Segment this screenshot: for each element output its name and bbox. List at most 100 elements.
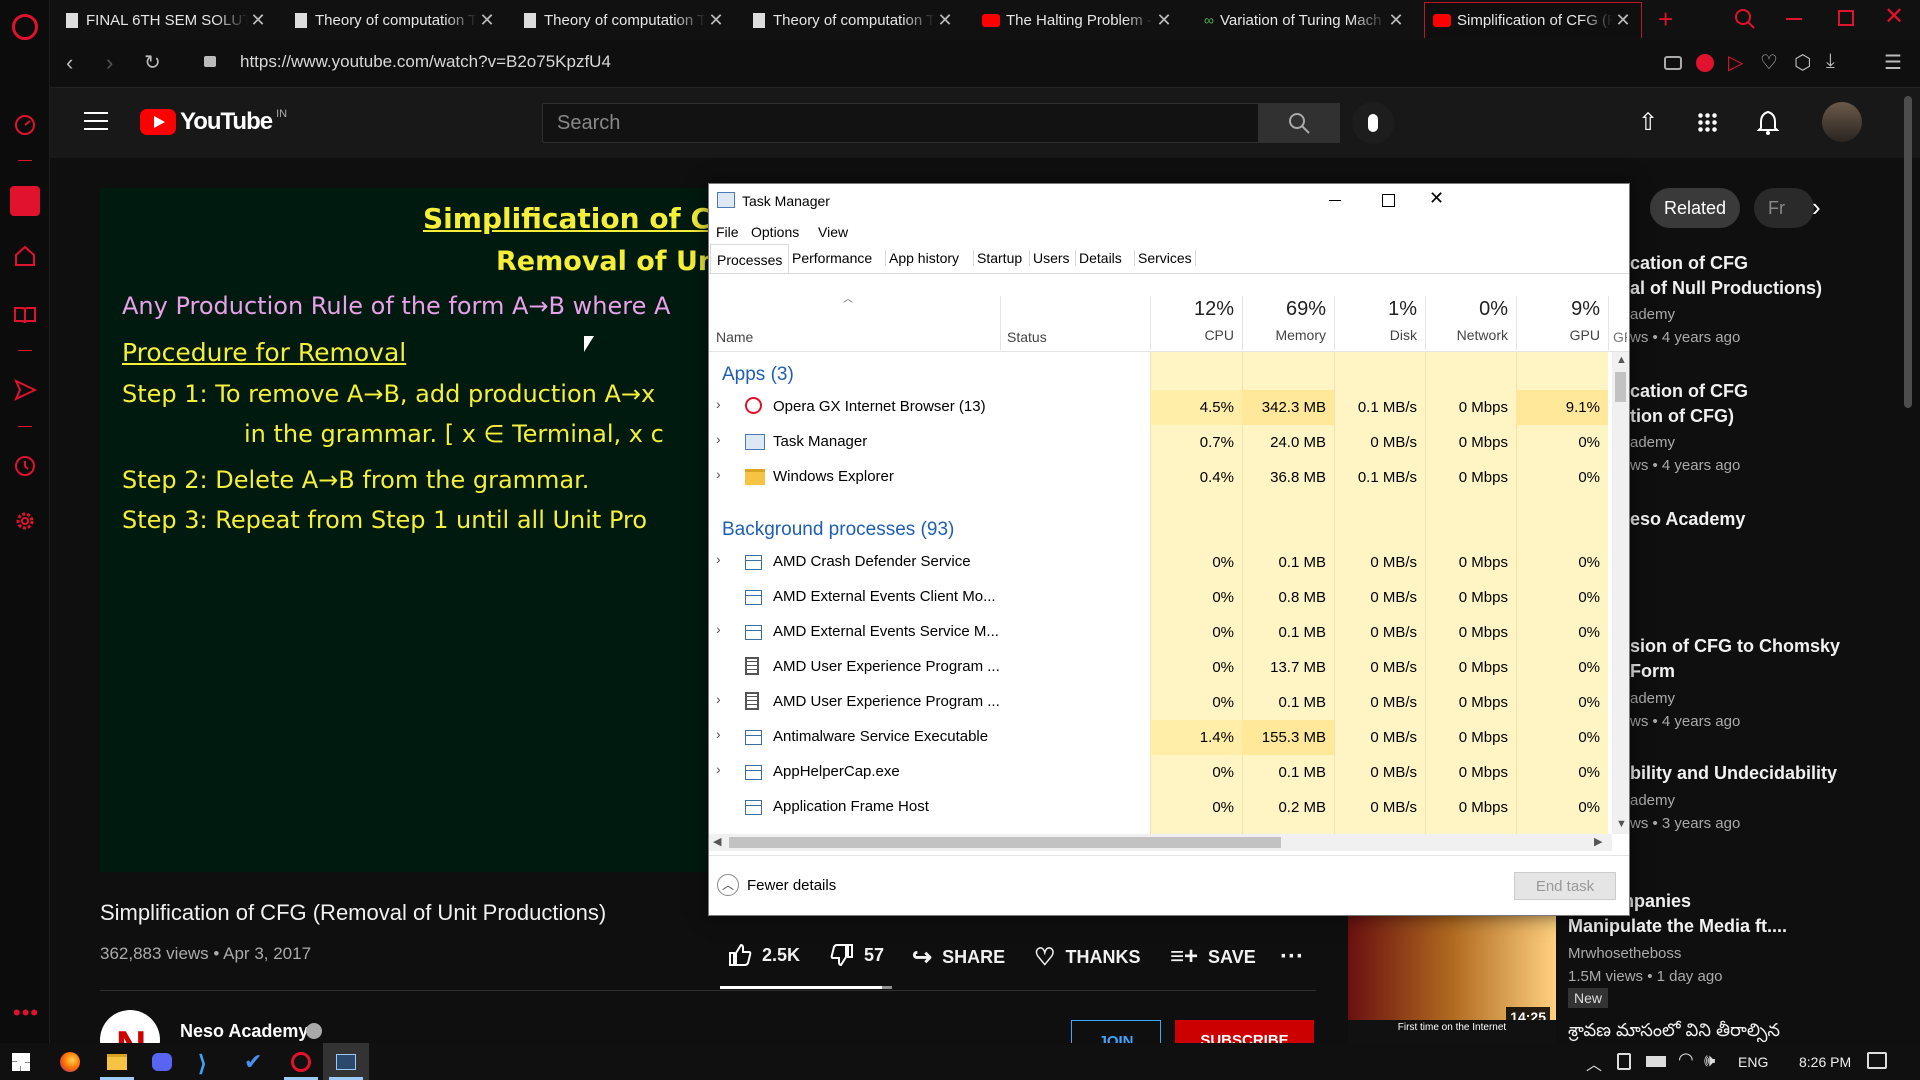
- close-tab-icon[interactable]: ✕: [1386, 10, 1406, 31]
- close-tab-icon[interactable]: ✕: [248, 10, 268, 31]
- notifications-icon[interactable]: [1867, 1052, 1887, 1069]
- related-title[interactable]: bility and Undecidability: [1630, 761, 1890, 786]
- todo-icon[interactable]: ✔: [244, 1049, 262, 1075]
- column-cpu[interactable]: 12% CPU: [1150, 298, 1242, 343]
- speed-dial-icon[interactable]: [13, 113, 37, 137]
- clock[interactable]: 8:26 PM: [1799, 1054, 1851, 1070]
- expand-chevron-icon[interactable]: ›: [716, 466, 721, 482]
- download-icon[interactable]: ⤓: [1826, 50, 1835, 73]
- related-title[interactable]: sion of CFG to Chomsky: [1630, 634, 1890, 659]
- tab-app-history[interactable]: App history: [885, 250, 959, 266]
- group-header-background[interactable]: Background processes (93): [722, 519, 954, 541]
- more-icon[interactable]: •••: [13, 1000, 39, 1026]
- apps-grid-icon[interactable]: [1697, 112, 1717, 132]
- menu-options[interactable]: Options: [751, 224, 799, 240]
- scroll-thumb[interactable]: [1615, 372, 1626, 402]
- search-input[interactable]: Search: [542, 103, 1260, 143]
- tab-services[interactable]: Services: [1134, 250, 1196, 266]
- browser-tab[interactable]: The Halting Problem - Yo ✕: [974, 2, 1182, 38]
- discord-icon[interactable]: [152, 1053, 172, 1071]
- tab-performance[interactable]: Performance: [788, 250, 872, 266]
- process-row[interactable]: › AppHelperCap.exe 0% 0.1 MB 0 MB/s 0 Mbps 0%: [709, 755, 1614, 790]
- share-button[interactable]: ↪ SHARE: [912, 943, 1005, 972]
- tab-details[interactable]: Details: [1075, 250, 1122, 266]
- process-row[interactable]: Application Frame Host 0% 0.2 MB 0 MB/s 0 Mb…: [709, 790, 1614, 825]
- expand-chevron-icon[interactable]: ›: [716, 431, 721, 447]
- minimize-icon[interactable]: [1329, 200, 1341, 201]
- process-row[interactable]: › Windows Explorer 0.4% 36.8 MB 0.1 MB/s 0 Mb…: [709, 460, 1614, 495]
- search-tabs-icon[interactable]: [1734, 8, 1756, 30]
- page-scrollbar[interactable]: [1904, 96, 1912, 408]
- cube-icon[interactable]: ⬡: [1794, 50, 1811, 75]
- browser-tab[interactable]: FINAL 6TH SEM SOLUTIO ✕: [58, 2, 276, 38]
- related-title[interactable]: శ్రావణ మాసంలో విని తీరాల్సిన: [1568, 1018, 1868, 1043]
- column-memory[interactable]: 69% Memory: [1242, 298, 1334, 343]
- related-title[interactable]: al of Null Productions): [1630, 276, 1890, 301]
- related-title[interactable]: Manipulate the Media ft....: [1568, 914, 1828, 939]
- history-icon[interactable]: [13, 454, 37, 478]
- tab-users[interactable]: Users: [1029, 250, 1070, 266]
- close-tab-icon[interactable]: ✕: [1154, 10, 1174, 31]
- flow-icon[interactable]: ▷: [1728, 50, 1743, 75]
- scroll-up-icon[interactable]: ▲: [1616, 354, 1627, 366]
- expand-chevron-icon[interactable]: ›: [716, 691, 721, 707]
- send-icon[interactable]: [13, 378, 37, 402]
- process-row[interactable]: AMD External Events Client Mo... 0% 0.8 MB…: [709, 580, 1614, 615]
- gx-corner-icon[interactable]: [10, 186, 40, 216]
- column-network[interactable]: 0% Network: [1425, 298, 1516, 343]
- settings-icon[interactable]: [13, 509, 37, 533]
- chip-partial[interactable]: Fr: [1754, 188, 1814, 228]
- vscode-icon[interactable]: ⟩: [198, 1051, 207, 1077]
- related-title[interactable]: tion of CFG): [1630, 404, 1890, 429]
- home-icon[interactable]: [13, 244, 37, 268]
- group-header-apps[interactable]: Apps (3): [722, 364, 798, 386]
- column-status[interactable]: Status: [1007, 329, 1047, 345]
- channel-name[interactable]: Neso Academy: [180, 1021, 308, 1042]
- process-row[interactable]: › Antimalware Service Executable 1.4% 155.3…: [709, 720, 1614, 755]
- scroll-hthumb[interactable]: [729, 837, 1281, 848]
- chevron-right-icon[interactable]: ›: [1812, 192, 1821, 223]
- chip-related[interactable]: Related: [1650, 188, 1740, 228]
- more-actions-icon[interactable]: ···: [1280, 943, 1304, 971]
- related-title[interactable]: cation of CFG: [1630, 379, 1890, 404]
- opera-gx-icon[interactable]: [291, 1052, 311, 1072]
- related-title[interactable]: Form: [1630, 659, 1890, 684]
- expand-chevron-icon[interactable]: ›: [716, 551, 721, 567]
- reload-icon[interactable]: ↻: [144, 50, 161, 75]
- related-title[interactable]: eso Academy: [1630, 507, 1890, 532]
- column-gpu[interactable]: 9% GPU: [1516, 298, 1608, 343]
- restore-window-icon[interactable]: [1838, 10, 1854, 26]
- heart-icon[interactable]: ♡: [1760, 50, 1778, 75]
- like-button[interactable]: 2.5K: [728, 943, 800, 967]
- dislike-button[interactable]: 57: [830, 943, 884, 967]
- camera-icon[interactable]: [1664, 56, 1682, 70]
- close-tab-icon[interactable]: ✕: [935, 10, 955, 31]
- browser-tab[interactable]: Theory of computation T ✕: [516, 2, 734, 38]
- expand-chevron-icon[interactable]: ›: [716, 726, 721, 742]
- browser-tab[interactable]: ∞ Variation of Turing Mach ✕: [1196, 2, 1414, 38]
- column-disk[interactable]: 1% Disk: [1334, 298, 1425, 343]
- related-title[interactable]: cation of CFG: [1630, 251, 1890, 276]
- new-tab-icon[interactable]: +: [1658, 4, 1673, 35]
- task-manager-taskbar-button[interactable]: [323, 1043, 369, 1080]
- close-tab-icon[interactable]: ✕: [1613, 10, 1633, 31]
- menu-view[interactable]: View: [818, 224, 848, 240]
- battery-icon[interactable]: [1646, 1056, 1666, 1067]
- save-button[interactable]: ≡+ SAVE: [1170, 943, 1256, 971]
- search-button[interactable]: [1258, 103, 1340, 143]
- close-tab-icon[interactable]: ✕: [477, 10, 497, 31]
- process-row[interactable]: AMD User Experience Program ... 0% 13.7 MB…: [709, 650, 1614, 685]
- close-window-icon[interactable]: ✕: [1884, 2, 1904, 31]
- related-thumbnail[interactable]: First time on the Internet: [1348, 1020, 1556, 1043]
- show-hidden-icons-icon[interactable]: ︿: [1586, 1051, 1602, 1075]
- vertical-scrollbar[interactable]: ▲ ▼: [1612, 352, 1629, 834]
- hamburger-menu-icon[interactable]: [84, 112, 108, 130]
- browser-tab[interactable]: Theory of computation T ✕: [745, 2, 963, 38]
- book-icon[interactable]: [13, 303, 37, 327]
- wifi-icon[interactable]: ◠: [1678, 1049, 1694, 1070]
- forward-icon[interactable]: ›: [106, 50, 113, 76]
- scroll-left-icon[interactable]: ◀: [713, 835, 721, 848]
- file-explorer-icon[interactable]: [107, 1054, 127, 1070]
- tab-startup[interactable]: Startup: [973, 250, 1022, 266]
- maximize-icon[interactable]: [1382, 194, 1395, 207]
